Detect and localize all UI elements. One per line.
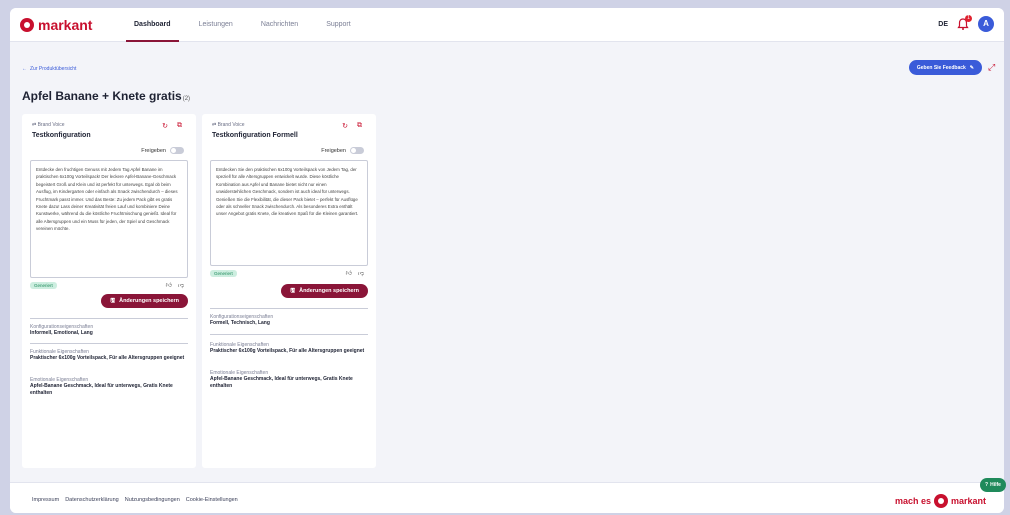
expand-icon[interactable]: ⤢ (988, 62, 998, 72)
help-button-label: Hilfe (990, 482, 1001, 488)
emotional-properties: Emotionale Eigenschaften Apfel-Banane Ge… (210, 370, 370, 390)
divider (30, 318, 188, 319)
footer-link-cookies[interactable]: Cookie-Einstellungen (186, 497, 238, 503)
card-actions: ↻ ⧉ (162, 122, 182, 130)
config-properties: Konfigurationseigenschaften Informell, E… (30, 324, 190, 337)
prop-value: Apfel-Banane Geschmack, Ideal für unterw… (30, 383, 173, 396)
main-content: ← Zur Produktübersicht Geben Sie Feedbac… (10, 42, 1004, 482)
status-badge: Generiert (30, 282, 57, 289)
save-changes-button[interactable]: 🖫 Änderungen speichern (281, 284, 368, 298)
save-icon: 🖫 (290, 287, 296, 294)
divider (210, 308, 368, 309)
language-switch[interactable]: DE (938, 21, 948, 28)
brand-name: markant (950, 496, 986, 506)
card-kicker: ⇄ Brand Voice (212, 122, 245, 128)
feedback-button[interactable]: Geben Sie Feedback ✎ (908, 60, 982, 75)
regenerate-icon[interactable]: ↻ (162, 122, 168, 130)
thumbs-down-icon[interactable]: 👎︎ (178, 281, 184, 289)
feedback-button-label: Geben Sie Feedback (916, 64, 966, 71)
save-icon: 🖫 (110, 297, 116, 304)
back-to-products-link[interactable]: ← Zur Produktübersicht (22, 66, 76, 72)
feedback-icon: ✎ (969, 64, 974, 71)
card-title: Testkonfiguration Formell (212, 132, 298, 139)
prop-value: Apfel-Banane Geschmack, Ideal für unterw… (210, 376, 353, 389)
release-toggle-row: Freigeben (141, 147, 184, 154)
prop-value: Formell, Technisch, Lang (210, 320, 270, 326)
release-toggle-row: Freigeben (321, 147, 364, 154)
copy-icon[interactable]: ⧉ (357, 122, 362, 130)
footer-link-impressum[interactable]: Impressum (32, 497, 59, 503)
divider (210, 334, 368, 335)
prop-value: Praktischer 6x100g Vorteilspack, Für all… (30, 355, 185, 361)
app-window: markant Dashboard Leistungen Nachrichten… (10, 8, 1004, 513)
footer-link-privacy[interactable]: Datenschutzerklärung (65, 497, 119, 503)
brand-voice-card: ⇄ Brand Voice Testkonfiguration ↻ ⧉ Frei… (22, 114, 196, 468)
card-title: Testkonfiguration (32, 132, 91, 139)
status-badge: Generiert (210, 270, 237, 277)
generated-text-area[interactable]: Entdecke den fruchtigen Genuss mit Jedem… (30, 160, 188, 278)
rating-controls: 👍︎ 👎︎ (346, 269, 364, 277)
footer-links: Impressum Datenschutzerklärung Nutzungsb… (32, 497, 238, 503)
copy-icon[interactable]: ⧉ (177, 122, 182, 130)
emotional-properties: Emotionale Eigenschaften Apfel-Banane Ge… (30, 377, 190, 397)
functional-properties: Funktionale Eigenschaften Praktischer 6x… (210, 342, 370, 355)
notifications-button[interactable]: 1 (956, 15, 972, 31)
nav-dashboard[interactable]: Dashboard (120, 8, 185, 42)
markant-logo-icon (933, 494, 948, 508)
page-title-suffix: (2) (182, 96, 191, 102)
footer-link-terms[interactable]: Nutzungsbedingungen (125, 497, 180, 503)
prop-value: Praktischer 6x100g Vorteilspack, Für all… (210, 348, 365, 354)
notification-badge: 1 (965, 15, 972, 22)
regenerate-icon[interactable]: ↻ (342, 122, 348, 130)
divider (30, 343, 188, 344)
config-properties: Konfigurationseigenschaften Formell, Tec… (210, 314, 370, 327)
thumbs-up-icon[interactable]: 👍︎ (166, 281, 172, 289)
help-icon: ? (985, 482, 989, 488)
functional-properties: Funktionale Eigenschaften Praktischer 6x… (30, 349, 190, 362)
nav-nachrichten[interactable]: Nachrichten (247, 8, 312, 42)
user-avatar[interactable]: A (978, 16, 994, 32)
markant-logo-icon (20, 18, 34, 32)
help-button[interactable]: ? Hilfe (980, 478, 1006, 492)
release-label: Freigeben (321, 147, 346, 154)
rating-controls: 👍︎ 👎︎ (166, 281, 184, 289)
brand-prefix: mach es (894, 496, 931, 506)
page-title-text: Apfel Banane + Knete gratis (22, 89, 182, 103)
release-toggle[interactable] (170, 147, 184, 154)
card-kicker-label: Brand Voice (37, 122, 65, 128)
release-label: Freigeben (141, 147, 166, 154)
back-link-label: Zur Produktübersicht (30, 66, 77, 72)
thumbs-up-icon[interactable]: 👍︎ (346, 269, 352, 277)
top-navigation-bar: markant Dashboard Leistungen Nachrichten… (10, 8, 1004, 42)
card-kicker: ⇄ Brand Voice (32, 122, 65, 128)
main-nav: Dashboard Leistungen Nachrichten Support (120, 8, 365, 42)
save-button-label: Änderungen speichern (299, 288, 359, 294)
save-button-label: Änderungen speichern (119, 298, 179, 304)
card-actions: ↻ ⧉ (342, 122, 362, 130)
footer-brand-logo: mach es markant (895, 494, 986, 508)
page-title: Apfel Banane + Knete gratis(2) (22, 89, 190, 103)
footer: Impressum Datenschutzerklärung Nutzungsb… (10, 482, 1004, 513)
arrow-left-icon: ← (22, 66, 27, 72)
brand-voice-card: ⇄ Brand Voice Testkonfiguration Formell … (202, 114, 376, 468)
top-right-controls: DE 1 A (938, 15, 994, 32)
release-toggle[interactable] (350, 147, 364, 154)
prop-value: Informell, Emotional, Lang (30, 330, 93, 336)
save-changes-button[interactable]: 🖫 Änderungen speichern (101, 294, 188, 308)
logo-text: markant (38, 17, 93, 33)
thumbs-down-icon[interactable]: 👎︎ (358, 269, 364, 277)
markant-logo[interactable]: markant (20, 17, 92, 33)
card-kicker-label: Brand Voice (217, 122, 245, 128)
generated-text-area[interactable]: Entdecken Sie den praktischen 6x100g Vor… (210, 160, 368, 266)
nav-support[interactable]: Support (312, 8, 365, 42)
nav-leistungen[interactable]: Leistungen (185, 8, 247, 42)
